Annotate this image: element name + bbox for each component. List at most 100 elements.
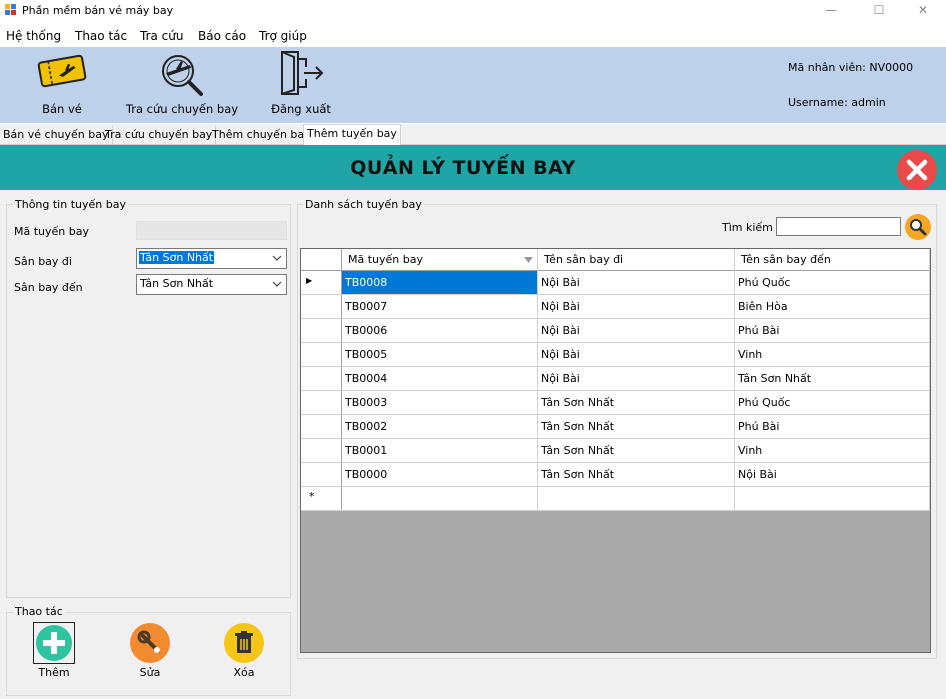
row-header[interactable]	[301, 463, 342, 486]
tra-cuu-button[interactable]: Tra cứu chuyến bay	[124, 47, 240, 123]
trash-icon	[224, 623, 264, 663]
table-cell[interactable]: Tân Sơn Nhất	[538, 439, 735, 462]
table-cell[interactable]: Phú Bài	[735, 319, 930, 342]
wrench-icon	[130, 623, 170, 663]
table-row[interactable]: TB0007 Nội Bài Biên Hòa	[301, 295, 930, 319]
table-cell[interactable]: Tân Sơn Nhất	[538, 415, 735, 438]
menu-thao-tac[interactable]: Thao tác	[75, 29, 127, 43]
table-row[interactable]: TB0000 Tân Sơn Nhất Nội Bài	[301, 463, 930, 487]
ban-ve-button[interactable]: Bán vé	[20, 47, 104, 123]
them-button[interactable]: Thêm	[33, 622, 75, 680]
table-cell[interactable]: Nội Bài	[538, 271, 735, 294]
san-bay-den-select[interactable]: Tân Sơn Nhất	[136, 274, 287, 295]
table-row[interactable]: TB0006 Nội Bài Phú Bài	[301, 319, 930, 343]
table-cell[interactable]: TB0003	[342, 391, 538, 414]
table-cell[interactable]	[342, 487, 538, 510]
column-header-ma-label: Mã tuyến bay	[348, 253, 423, 266]
tab-them-tuyen-bay[interactable]: Thêm tuyến bay	[303, 124, 401, 146]
table-cell[interactable]: Tân Sơn Nhất	[538, 391, 735, 414]
row-header[interactable]	[301, 319, 342, 342]
xoa-button[interactable]: Xóa	[223, 622, 265, 680]
username: Username: admin	[788, 96, 886, 109]
table-cell[interactable]: Phú Quốc	[735, 271, 930, 294]
table-cell[interactable]: Nội Bài	[735, 463, 930, 486]
search-flight-icon	[162, 55, 203, 96]
table-cell[interactable]: TB0007	[342, 295, 538, 318]
menu-bao-cao[interactable]: Báo cáo	[198, 29, 246, 43]
sort-arrow-icon	[524, 257, 533, 263]
header-band: QUẢN LÝ TUYẾN BAY	[0, 145, 946, 190]
row-header[interactable]	[301, 415, 342, 438]
title-bar: Phần mềm bán vé máy bay — ☐ ✕	[0, 0, 946, 22]
row-header[interactable]: *	[301, 487, 342, 510]
sua-label: Sửa	[139, 666, 161, 679]
table-cell[interactable]: TB0002	[342, 415, 538, 438]
tra-cuu-label: Tra cứu chuyến bay	[125, 102, 239, 116]
minimize-button[interactable]: —	[808, 0, 854, 22]
table-cell[interactable]: Biên Hòa	[735, 295, 930, 318]
new-row-icon: *	[309, 490, 315, 503]
search-button[interactable]	[905, 214, 931, 240]
table-cell[interactable]: Phú Quốc	[735, 391, 930, 414]
table-row[interactable]: TB0004 Nội Bài Tân Sơn Nhất	[301, 367, 930, 391]
table-cell[interactable]: Vinh	[735, 343, 930, 366]
row-header[interactable]	[301, 295, 342, 318]
menu-tro-giup[interactable]: Trợ giúp	[259, 29, 307, 43]
tab-ban-ve-chuyen-bay[interactable]: Bán vé chuyến bay	[0, 126, 113, 145]
table-cell[interactable]	[538, 487, 735, 510]
san-bay-den-value: Tân Sơn Nhất	[140, 277, 214, 290]
table-cell[interactable]	[735, 487, 930, 510]
table-cell[interactable]: Phú Bài	[735, 415, 930, 438]
table-row[interactable]: TB0005 Nội Bài Vinh	[301, 343, 930, 367]
sua-button[interactable]: Sửa	[129, 622, 171, 680]
table-cell[interactable]: Tân Sơn Nhất	[735, 367, 930, 390]
table-cell[interactable]: Nội Bài	[538, 295, 735, 318]
routes-table[interactable]: Mã tuyến bay Tên sân bay đi Tên sân bay …	[300, 248, 931, 653]
content-area: Thông tin tuyến bay Mã tuyến bay Sân bay…	[0, 190, 946, 699]
maximize-button[interactable]: ☐	[856, 0, 902, 22]
row-header[interactable]	[301, 343, 342, 366]
menu-tra-cuu[interactable]: Tra cứu	[140, 29, 183, 43]
column-header-ma[interactable]: Mã tuyến bay	[342, 249, 538, 271]
table-cell[interactable]: Nội Bài	[538, 367, 735, 390]
dang-xuat-button[interactable]: Đăng xuất	[266, 47, 336, 123]
san-bay-di-select[interactable]: Tân Sơn Nhất	[136, 248, 287, 269]
row-header-corner	[301, 249, 342, 271]
menu-bar: Hệ thống Thao tác Tra cứu Báo cáo Trợ gi…	[0, 25, 946, 47]
row-header[interactable]	[301, 391, 342, 414]
table-cell[interactable]: TB0004	[342, 367, 538, 390]
table-row[interactable]: ▶ TB0008 Nội Bài Phú Quốc	[301, 271, 930, 295]
them-label: Thêm	[38, 666, 70, 679]
table-cell[interactable]: TB0008	[342, 271, 538, 294]
table-row[interactable]: TB0002 Tân Sơn Nhất Phú Bài	[301, 415, 930, 439]
menu-he-thong[interactable]: Hệ thống	[6, 29, 61, 43]
table-cell[interactable]: Nội Bài	[538, 343, 735, 366]
row-header[interactable]	[301, 367, 342, 390]
table-row[interactable]: TB0003 Tân Sơn Nhất Phú Quốc	[301, 391, 930, 415]
row-header[interactable]: ▶	[301, 271, 342, 294]
table-row[interactable]: TB0001 Tân Sơn Nhất Vinh	[301, 439, 930, 463]
table-cell[interactable]: Tân Sơn Nhất	[538, 463, 735, 486]
window-title: Phần mềm bán vé máy bay	[22, 4, 174, 17]
ma-tuyen-bay-input[interactable]	[136, 221, 287, 240]
tab-them-chuyen-bay[interactable]: Thêm chuyến bay	[209, 126, 315, 145]
search-input[interactable]	[776, 217, 901, 236]
table-cell[interactable]: Vinh	[735, 439, 930, 462]
table-cell[interactable]: TB0006	[342, 319, 538, 342]
table-cell[interactable]: Nội Bài	[538, 319, 735, 342]
table-cell[interactable]: TB0005	[342, 343, 538, 366]
window-close-button[interactable]: ✕	[900, 0, 946, 22]
table-header: Mã tuyến bay Tên sân bay đi Tên sân bay …	[301, 249, 930, 271]
column-header-di[interactable]: Tên sân bay đi	[538, 249, 735, 271]
tab-strip: Bán vé chuyến bay Tra cứu chuyến bay Thê…	[0, 124, 946, 146]
column-header-den[interactable]: Tên sân bay đến	[735, 249, 930, 271]
close-form-button[interactable]	[897, 150, 937, 190]
tab-tra-cuu-chuyen-bay[interactable]: Tra cứu chuyến bay	[102, 126, 217, 145]
table-cell[interactable]: TB0000	[342, 463, 538, 486]
employee-id: Mã nhân viên: NV0000	[788, 61, 914, 74]
table-cell[interactable]: TB0001	[342, 439, 538, 462]
row-header[interactable]	[301, 439, 342, 462]
table-new-row[interactable]: *	[301, 487, 930, 511]
actions-group-legend: Thao tác	[13, 605, 65, 618]
app-icon	[5, 4, 16, 15]
